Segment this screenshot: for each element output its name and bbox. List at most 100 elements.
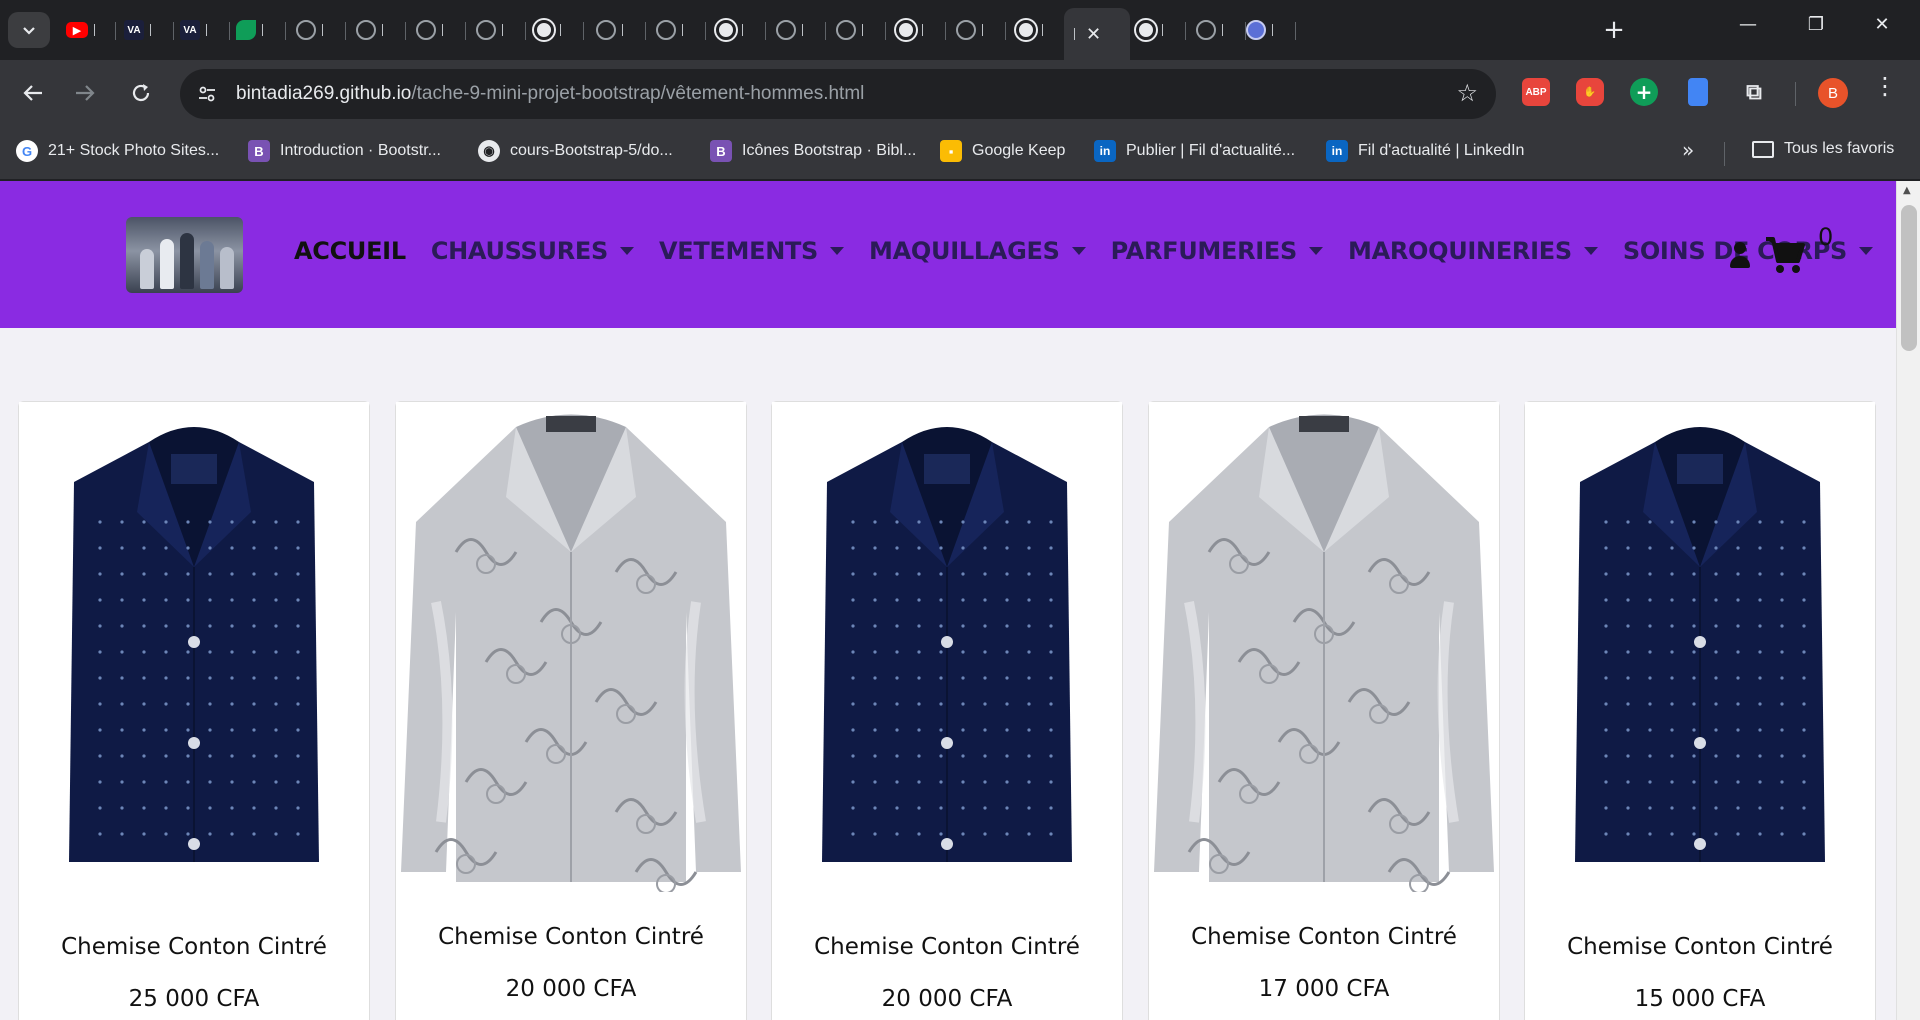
browser-tab[interactable]: VA — [114, 12, 174, 48]
browser-tab[interactable] — [1006, 12, 1066, 48]
browser-tab[interactable] — [886, 12, 946, 48]
browser-tab[interactable]: ▶ — [56, 12, 116, 48]
close-window-icon[interactable]: ✕ — [1862, 14, 1902, 35]
product-price: 20 000 CFA — [505, 976, 637, 1002]
logo-mannequin — [220, 247, 234, 289]
site-info-icon[interactable] — [192, 79, 222, 109]
browser-tab[interactable] — [286, 12, 346, 48]
product-price: 25 000 CFA — [128, 986, 260, 1012]
browser-tab[interactable] — [524, 12, 584, 48]
bookmark-favicon-icon: in — [1326, 140, 1348, 162]
bookmark-item[interactable]: in Fil d'actualité | LinkedIn — [1326, 140, 1524, 162]
tab-strip: ▶ VA VA ✕ + — ❐ ✕ — [0, 0, 1920, 60]
browser-tab[interactable] — [406, 12, 466, 48]
nav-item-label: MAROQUINERIES — [1347, 237, 1572, 265]
browser-tab[interactable] — [1236, 12, 1296, 48]
stop-hand-icon[interactable]: ✋ — [1576, 78, 1604, 106]
cart-icon[interactable] — [1764, 235, 1806, 275]
browser-tab[interactable] — [466, 12, 526, 48]
product-image-navy-shirt[interactable] — [19, 402, 369, 892]
product-title[interactable]: Chemise Conton Cintré — [396, 924, 746, 950]
url-text[interactable]: bintadia269.github.io/tache-9-mini-proje… — [236, 83, 864, 105]
address-bar[interactable]: bintadia269.github.io/tache-9-mini-proje… — [180, 69, 1496, 119]
back-button[interactable] — [12, 72, 54, 114]
product-image-navy-shirt[interactable] — [1525, 402, 1875, 892]
tab-title — [1222, 24, 1228, 36]
browser-tab[interactable] — [646, 12, 706, 48]
user-icon[interactable] — [1728, 242, 1752, 272]
all-bookmarks-label: Tous les favoris — [1784, 140, 1895, 157]
product-title[interactable]: Chemise Conton Cintré — [1149, 924, 1499, 950]
product-grid: Chemise Conton Cintré 25 000 CFA Chemise … — [18, 401, 1878, 1020]
close-tab-icon[interactable]: ✕ — [1086, 24, 1101, 45]
browser-tab-active[interactable]: ✕ — [1064, 8, 1130, 60]
bookmark-item[interactable]: B Introduction · Bootstr... — [248, 140, 441, 162]
bookmarks-bar: G 21+ Stock Photo Sites... B Introduction ·… — [0, 126, 1920, 180]
product-title[interactable]: Chemise Conton Cintré — [772, 934, 1122, 960]
github-icon — [1016, 20, 1036, 40]
product-card[interactable]: Chemise Conton Cintré 17 000 CFA — [1148, 401, 1500, 1020]
bookmark-item[interactable]: in Publier | Fil d'actualité... — [1094, 140, 1295, 162]
nav-item-chaussures[interactable]: CHAUSSURES — [431, 237, 634, 265]
scroll-up-arrow-icon[interactable]: ▲ — [1903, 185, 1911, 196]
page-scrollbar[interactable]: ▲ — [1896, 181, 1920, 1020]
browser-tab[interactable] — [826, 12, 886, 48]
bookmark-label: cours-Bootstrap-5/do... — [510, 142, 673, 159]
product-title[interactable]: Chemise Conton Cintré — [1525, 934, 1875, 960]
bookmark-item[interactable]: ▪ Google Keep — [940, 140, 1065, 162]
browser-tab[interactable] — [346, 12, 406, 48]
tab-title — [802, 24, 808, 36]
browser-tab[interactable] — [706, 12, 766, 48]
tab-title — [1162, 24, 1168, 36]
browser-tab[interactable]: VA — [170, 12, 230, 48]
dropdown-caret-icon — [1308, 247, 1323, 255]
nav-item-accueil[interactable]: ACCUEIL — [294, 237, 406, 265]
product-image-silver-shirt[interactable] — [396, 402, 746, 892]
dropdown-caret-icon — [1583, 247, 1598, 255]
nav-item-maquillages[interactable]: MAQUILLAGES — [869, 237, 1086, 265]
bookmark-star-icon[interactable]: ☆ — [1456, 79, 1478, 107]
va-icon: VA — [124, 20, 144, 40]
site-logo[interactable] — [126, 217, 243, 293]
browser-tab[interactable] — [226, 12, 286, 48]
product-card[interactable]: Chemise Conton Cintré 20 000 CFA — [771, 401, 1123, 1020]
new-tab-button[interactable]: + — [1598, 14, 1630, 46]
main-nav: ACCUEIL CHAUSSURES VETEMENTS MAQUILLAGES PAR… — [294, 237, 1874, 265]
bookmarks-overflow-icon[interactable]: » — [1682, 138, 1694, 162]
dropdown-caret-icon — [830, 247, 845, 255]
browser-tab[interactable] — [586, 12, 646, 48]
product-image-navy-shirt[interactable] — [772, 402, 1122, 892]
nav-item-vetements[interactable]: VETEMENTS — [659, 237, 845, 265]
extensions-puzzle-icon[interactable]: ⧉ — [1740, 78, 1768, 106]
reload-icon — [132, 84, 150, 102]
tab-search-button[interactable] — [8, 12, 50, 48]
product-image-silver-shirt[interactable] — [1149, 402, 1499, 892]
leaf-icon — [236, 20, 256, 40]
bookmark-item[interactable]: G 21+ Stock Photo Sites... — [16, 140, 219, 162]
nav-item-maroquineries[interactable]: MAROQUINERIES — [1348, 237, 1598, 265]
browser-menu-icon[interactable]: ⋮ — [1873, 72, 1897, 100]
scroll-thumb[interactable] — [1901, 205, 1917, 351]
all-bookmarks-folder[interactable]: Tous les favoris — [1752, 140, 1894, 158]
nav-item-parfumeries[interactable]: PARFUMERIES — [1111, 237, 1323, 265]
browser-tab[interactable] — [766, 12, 826, 48]
browser-tab[interactable] — [946, 12, 1006, 48]
youtube-icon: ▶ — [66, 22, 88, 38]
github-icon — [534, 20, 554, 40]
product-card[interactable]: Chemise Conton Cintré 15 000 CFA — [1524, 401, 1876, 1020]
adblock-plus-icon[interactable]: ABP — [1522, 78, 1550, 106]
reload-button[interactable] — [120, 72, 162, 114]
restore-icon[interactable]: ❐ — [1796, 14, 1836, 35]
bookmark-item[interactable]: ◉ cours-Bootstrap-5/do... — [478, 140, 673, 162]
profile-avatar[interactable]: B — [1818, 78, 1848, 108]
docs-extension-icon[interactable] — [1688, 78, 1708, 106]
plus-extension-icon[interactable]: + — [1630, 78, 1658, 106]
product-title[interactable]: Chemise Conton Cintré — [19, 934, 369, 960]
bookmark-item[interactable]: B Icônes Bootstrap · Bibl... — [710, 140, 916, 162]
forward-button[interactable] — [64, 72, 106, 114]
minimize-icon[interactable]: — — [1728, 14, 1768, 35]
tab-title — [442, 24, 448, 36]
product-card[interactable]: Chemise Conton Cintré 25 000 CFA — [18, 401, 370, 1020]
product-card[interactable]: Chemise Conton Cintré 20 000 CFA — [395, 401, 747, 1020]
browser-tab[interactable] — [1126, 12, 1186, 48]
